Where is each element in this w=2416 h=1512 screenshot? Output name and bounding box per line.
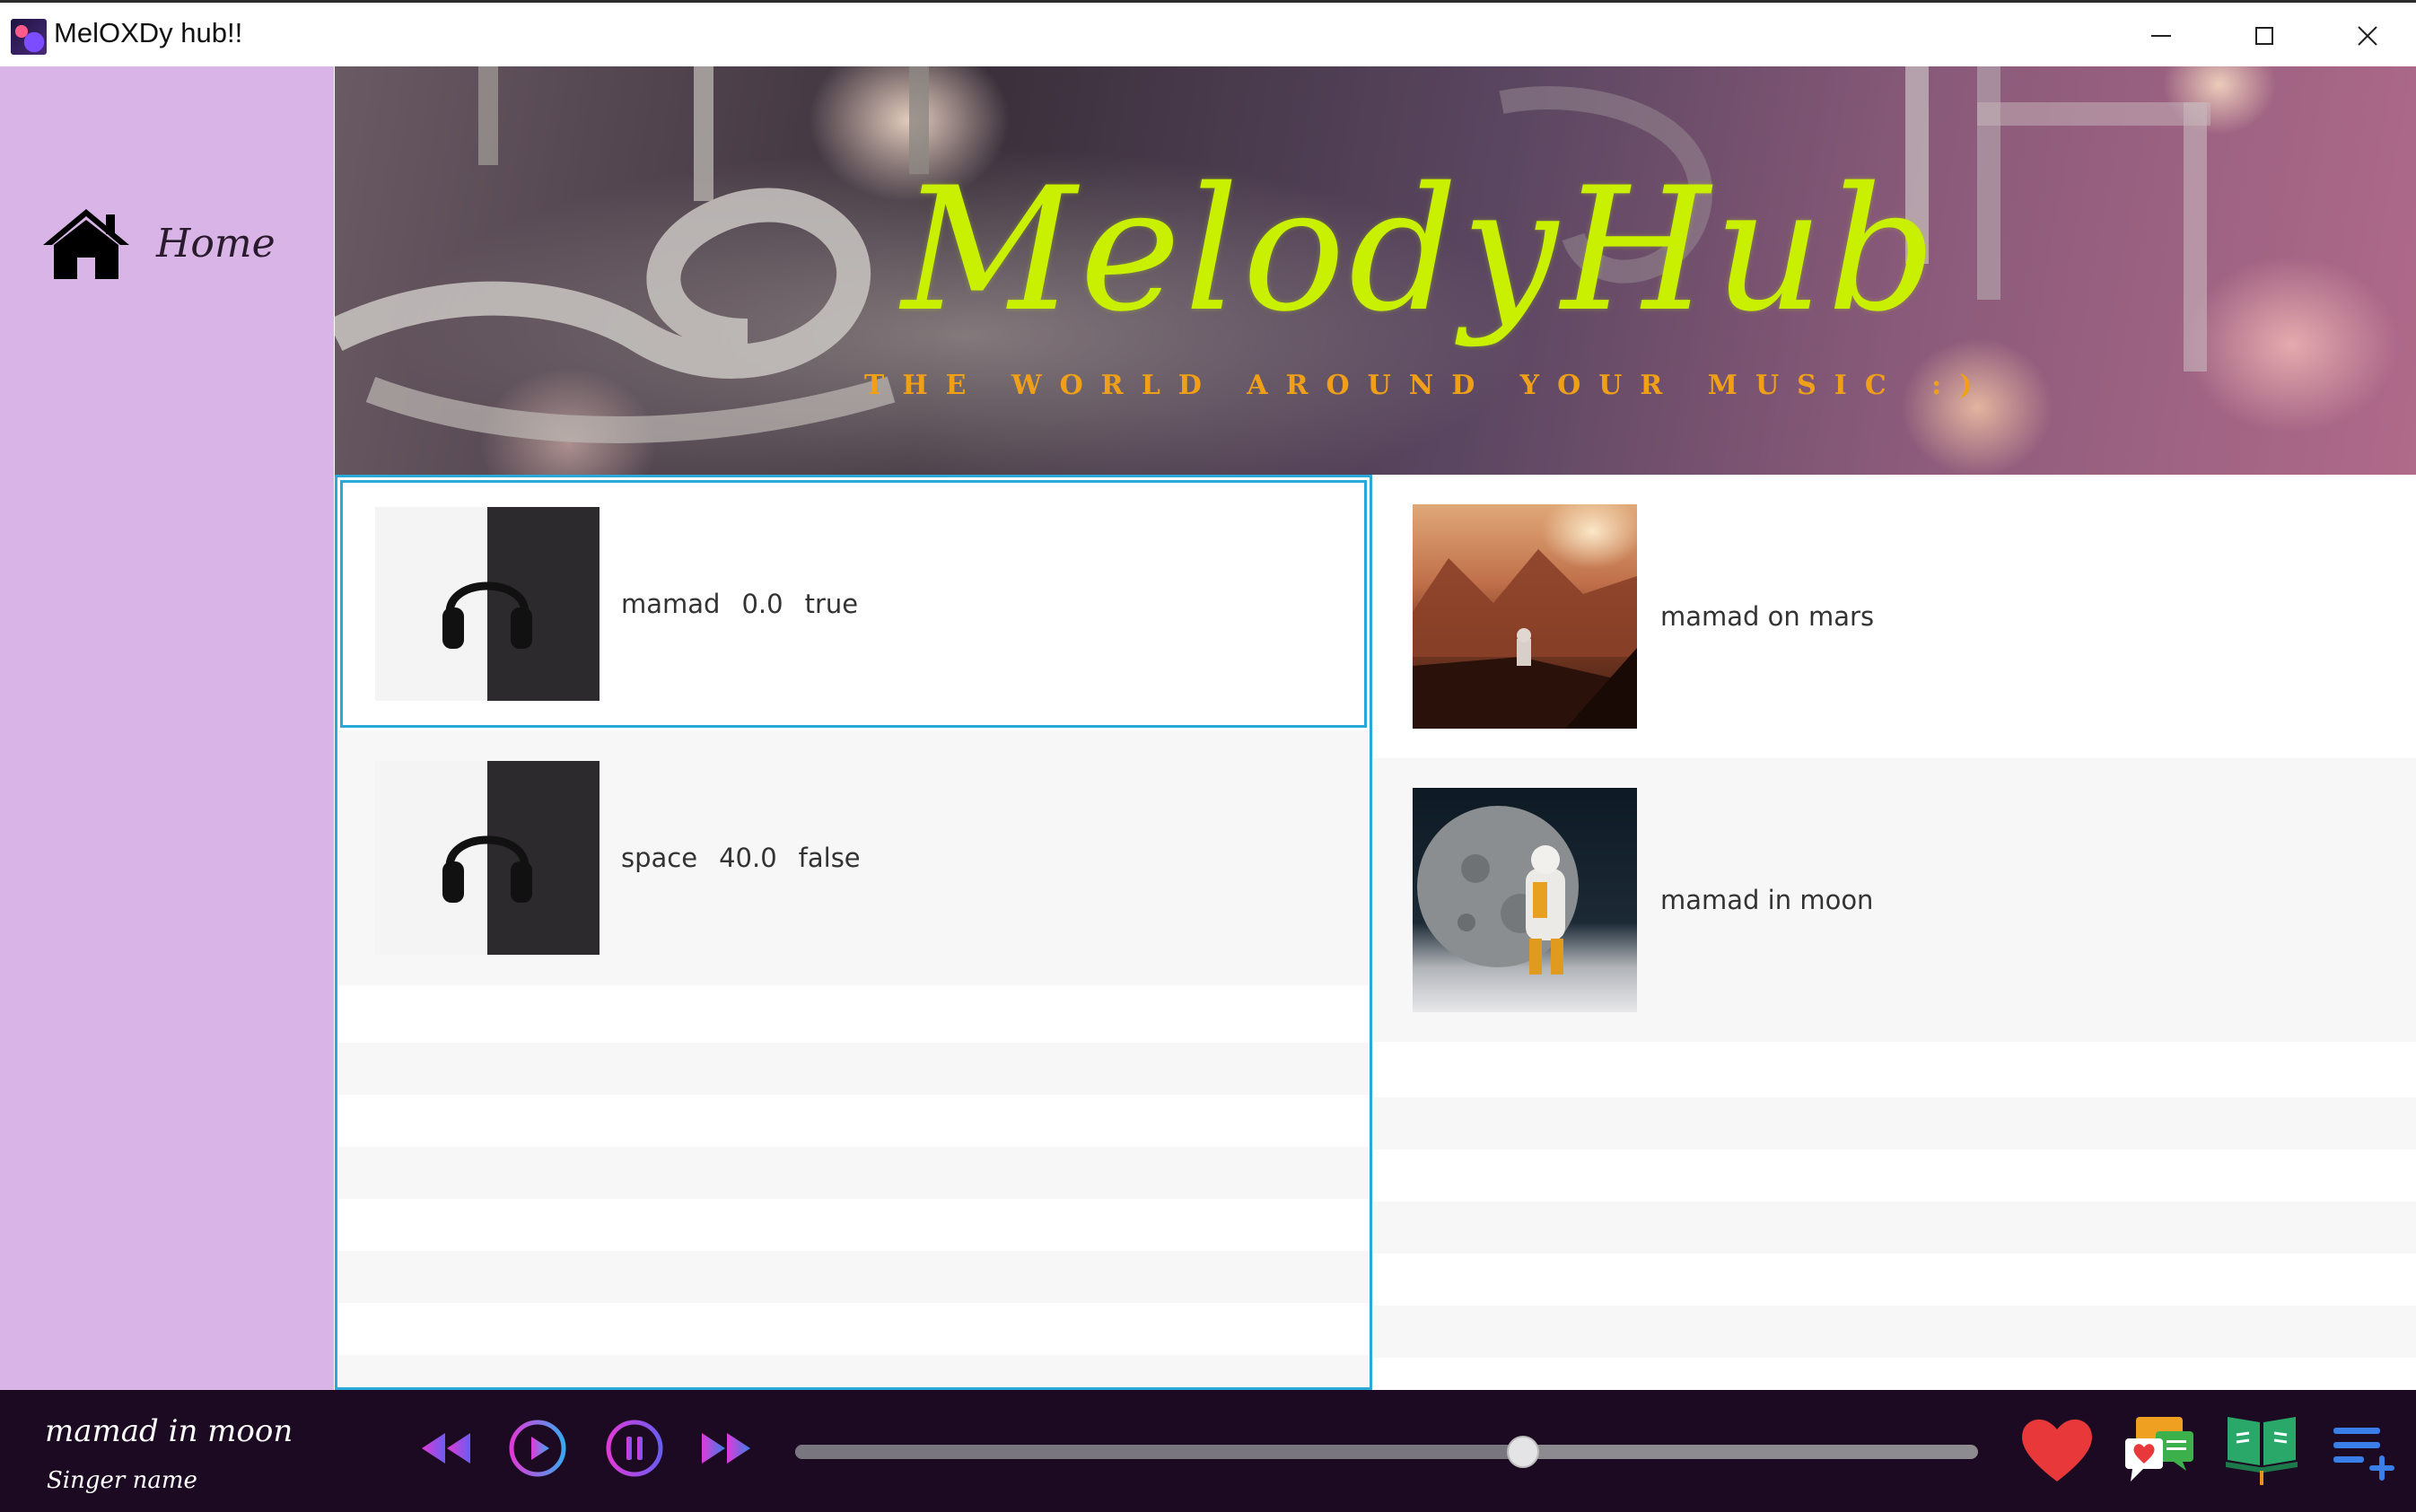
banner-tagline: THE WORLD AROUND YOUR MUSIC :)	[864, 370, 1991, 401]
song-list[interactable]: mamad 0.0 true space 40.0 false	[335, 475, 1372, 1390]
sidebar: Home	[0, 66, 334, 1390]
maximize-icon	[2254, 27, 2273, 45]
album-list[interactable]: mamad on mars mamad in moon	[1373, 475, 2416, 1390]
empty-row	[1373, 1306, 2416, 1358]
empty-row	[1373, 1097, 2416, 1149]
now-playing-singer: Singer name	[47, 1467, 197, 1494]
mars-scene	[1413, 549, 1637, 729]
play-icon[interactable]	[506, 1417, 569, 1480]
lyrics-book-icon[interactable]	[2222, 1411, 2301, 1487]
song-value: 0.0	[741, 589, 783, 619]
app-logo-icon	[11, 19, 47, 55]
headphones-icon	[442, 581, 532, 649]
sidebar-item-home[interactable]: Home	[39, 203, 309, 284]
empty-row	[337, 1147, 1370, 1199]
maximize-button[interactable]	[2212, 3, 2315, 69]
comments-icon[interactable]	[2120, 1411, 2199, 1487]
minimize-button[interactable]	[2109, 3, 2212, 69]
add-to-playlist-icon[interactable]	[2324, 1411, 2403, 1487]
list-item[interactable]: mamad on mars	[1373, 475, 2416, 758]
moon-scene	[1417, 806, 1579, 974]
progress-fill	[795, 1445, 1523, 1459]
sidebar-item-label: Home	[156, 220, 276, 267]
progress-slider[interactable]	[795, 1436, 1978, 1468]
close-button[interactable]	[2315, 3, 2416, 69]
title-bar: MelOXDy hub!!	[0, 0, 2416, 66]
headphones-icon	[442, 835, 532, 903]
list-item[interactable]: mamad in moon	[1373, 758, 2416, 1042]
list-item[interactable]: space 40.0 false	[337, 730, 1370, 985]
song-flag: false	[798, 843, 861, 873]
song-flag: true	[804, 589, 859, 619]
now-playing-title: mamad in moon	[45, 1413, 293, 1449]
song-name: mamad	[621, 589, 721, 619]
empty-row	[1373, 1202, 2416, 1254]
heart-icon[interactable]	[2018, 1411, 2096, 1487]
album-title: mamad on mars	[1660, 601, 1875, 632]
header-banner: MelodyHub THE WORLD AROUND YOUR MUSIC :)	[335, 66, 2416, 475]
album-title: mamad in moon	[1660, 885, 1874, 915]
close-icon	[2357, 26, 2377, 46]
list-item[interactable]: mamad 0.0 true	[340, 480, 1367, 728]
mars-astronaut-cover	[1413, 504, 1637, 729]
progress-handle[interactable]	[1506, 1436, 1539, 1468]
empty-row	[337, 1355, 1370, 1387]
fast-forward-icon[interactable]	[695, 1417, 757, 1480]
home-icon	[43, 209, 129, 279]
banner-title: MelodyHub	[901, 151, 1940, 349]
empty-row	[337, 1043, 1370, 1095]
minimize-icon	[2150, 35, 2171, 37]
empty-row	[337, 1251, 1370, 1303]
headphones-cover	[375, 507, 600, 701]
moon-astronaut-cover	[1413, 788, 1637, 1012]
window-title: MelOXDy hub!!	[54, 17, 243, 48]
song-name: space	[621, 843, 698, 873]
rewind-icon[interactable]	[415, 1417, 477, 1480]
pause-icon[interactable]	[603, 1417, 666, 1480]
player-bar: mamad in moon Singer name	[0, 1390, 2416, 1512]
song-value: 40.0	[719, 843, 777, 873]
headphones-cover	[375, 761, 600, 955]
